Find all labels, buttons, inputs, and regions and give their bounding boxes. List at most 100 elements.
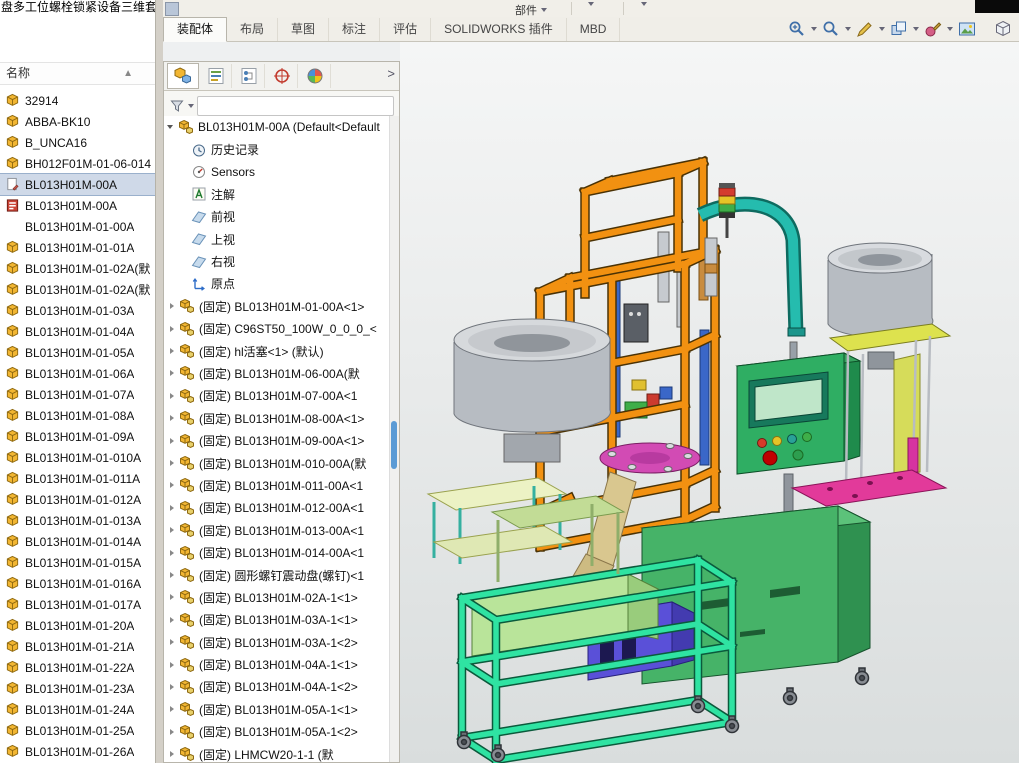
ribbon-tab-1[interactable]: 布局 xyxy=(227,18,278,41)
tree-item-component[interactable]: (固定) BL013H01M-07-00A<1 xyxy=(164,385,390,407)
expander-closed-icon[interactable] xyxy=(170,505,174,511)
tree-item-component[interactable]: (固定) BL013H01M-09-00A<1> xyxy=(164,429,390,451)
tree-item-component[interactable]: (固定) LHMCW20-1-1 (默 xyxy=(164,743,390,762)
dimxpertmanager-tab[interactable] xyxy=(267,64,298,88)
expander-closed-icon[interactable] xyxy=(170,594,174,600)
tree-item-component[interactable]: (固定) BL013H01M-011-00A<1 xyxy=(164,474,390,496)
expander-closed-icon[interactable] xyxy=(170,482,174,488)
file-list-item[interactable]: BL013H01M-01-25A xyxy=(0,720,155,741)
tree-item-history[interactable]: 历史记录 xyxy=(164,138,390,160)
expander-closed-icon[interactable] xyxy=(170,370,174,376)
featuremanager-design-tree-tab[interactable] xyxy=(167,63,199,89)
tree-item-component[interactable]: (固定) BL013H01M-010-00A(默 xyxy=(164,452,390,474)
file-list-item[interactable]: BL013H01M-01-07A xyxy=(0,384,155,405)
displaymanager-tab[interactable] xyxy=(300,64,331,88)
tree-scrollbar-thumb[interactable] xyxy=(391,421,397,469)
file-list-item[interactable]: BL013H01M-01-20A xyxy=(0,615,155,636)
expander-closed-icon[interactable] xyxy=(170,438,174,444)
file-list-item[interactable]: 32914 xyxy=(0,90,155,111)
expander-closed-icon[interactable] xyxy=(170,729,174,735)
file-list-item[interactable]: BL013H01M-01-015A xyxy=(0,552,155,573)
file-list-item[interactable]: B_UNCA16 xyxy=(0,132,155,153)
tree-item-component[interactable]: (固定) BL013H01M-01-00A<1> xyxy=(164,295,390,317)
expander-closed-icon[interactable] xyxy=(170,393,174,399)
hidden-menu-1[interactable] xyxy=(588,2,594,6)
tree-item-plane[interactable]: 前视 xyxy=(164,206,390,228)
tree-item-component[interactable]: (固定) hl活塞<1> (默认) xyxy=(164,340,390,362)
tree-item-component[interactable]: (固定) BL013H01M-013-00A<1 xyxy=(164,519,390,541)
expander-closed-icon[interactable] xyxy=(170,639,174,645)
section-view-icon[interactable] xyxy=(889,19,909,39)
expander-closed-icon[interactable] xyxy=(170,550,174,556)
chevron-down-icon[interactable] xyxy=(879,27,885,31)
tree-root-item[interactable]: BL013H01M-00A (Default<Default xyxy=(164,116,390,138)
tree-item-component[interactable]: (固定) 圆形螺钉震动盘(螺钉)<1 xyxy=(164,564,390,586)
tree-item-component[interactable]: (固定) BL013H01M-012-00A<1 xyxy=(164,497,390,519)
sketch-pencil-icon[interactable] xyxy=(855,19,875,39)
file-list-item[interactable]: BL013H01M-01-08A xyxy=(0,405,155,426)
tree-item-component[interactable]: (固定) BL013H01M-06-00A(默 xyxy=(164,362,390,384)
tree-item-component[interactable]: (固定) BL013H01M-014-00A<1 xyxy=(164,541,390,563)
file-list-item[interactable]: BL013H01M-01-04A xyxy=(0,321,155,342)
edit-appearance-icon[interactable] xyxy=(923,19,943,39)
file-list-item[interactable]: BL013H01M-01-014A xyxy=(0,531,155,552)
tree-item-component[interactable]: (固定) C96ST50_100W_0_0_0_< xyxy=(164,318,390,340)
chevron-down-icon[interactable] xyxy=(913,27,919,31)
tree-item-sensors[interactable]: Sensors xyxy=(164,161,390,183)
file-list-item[interactable]: BL013H01M-01-03A xyxy=(0,300,155,321)
expander-closed-icon[interactable] xyxy=(170,662,174,668)
panel-expand-chevron[interactable]: > xyxy=(387,66,395,81)
expander-closed-icon[interactable] xyxy=(170,460,174,466)
filter-funnel-icon[interactable] xyxy=(169,98,185,114)
expander-closed-icon[interactable] xyxy=(170,706,174,712)
tree-item-component[interactable]: (固定) BL013H01M-02A-1<1> xyxy=(164,586,390,608)
expander-open-icon[interactable] xyxy=(167,125,173,129)
file-list-item[interactable]: BL013H01M-01-21A xyxy=(0,636,155,657)
tree-filter-input[interactable] xyxy=(197,96,394,116)
tree-item-component[interactable]: (固定) BL013H01M-05A-1<1> xyxy=(164,698,390,720)
apply-scene-icon[interactable] xyxy=(957,19,977,39)
tree-item-component[interactable]: (固定) BL013H01M-03A-1<1> xyxy=(164,609,390,631)
expander-closed-icon[interactable] xyxy=(170,415,174,421)
tree-scrollbar[interactable] xyxy=(389,116,399,762)
file-list-item[interactable]: BL013H01M-01-22A xyxy=(0,657,155,678)
ribbon-tab-2[interactable]: 草图 xyxy=(278,18,329,41)
ribbon-tab-4[interactable]: 评估 xyxy=(380,18,431,41)
hidden-menu-2[interactable] xyxy=(641,2,647,6)
ribbon-tab-assembly[interactable]: 装配体 xyxy=(163,17,227,42)
file-list-item[interactable]: BL013H01M-01-26A xyxy=(0,741,155,762)
file-list-item[interactable]: BL013H01M-01-011A xyxy=(0,468,155,489)
chevron-down-icon[interactable] xyxy=(811,27,817,31)
file-list-item[interactable]: BL013H01M-01-00A xyxy=(0,216,155,237)
file-list-item[interactable]: ABBA-BK10 xyxy=(0,111,155,132)
chevron-down-icon[interactable] xyxy=(947,27,953,31)
file-list-item[interactable]: BL013H01M-01-24A xyxy=(0,699,155,720)
file-list-item[interactable]: BL013H01M-01-02A(默 xyxy=(0,279,155,300)
graphics-viewport[interactable] xyxy=(400,42,1019,763)
file-list-item[interactable]: BL013H01M-01-02A(默 xyxy=(0,258,155,279)
expander-closed-icon[interactable] xyxy=(170,751,174,757)
expander-closed-icon[interactable] xyxy=(170,326,174,332)
tree-item-plane[interactable]: 上视 xyxy=(164,228,390,250)
propertymanager-tab[interactable] xyxy=(201,64,232,88)
file-list-item[interactable]: BL013H01M-01-017A xyxy=(0,594,155,615)
tree-item-plane[interactable]: 右视 xyxy=(164,250,390,272)
ribbon-tab-3[interactable]: 标注 xyxy=(329,18,380,41)
expander-closed-icon[interactable] xyxy=(170,527,174,533)
expander-closed-icon[interactable] xyxy=(170,303,174,309)
file-list-item[interactable]: BL013H01M-01-012A xyxy=(0,489,155,510)
tree-item-annotations[interactable]: 注解 xyxy=(164,183,390,205)
tree-item-component[interactable]: (固定) BL013H01M-04A-1<1> xyxy=(164,653,390,675)
file-list-item[interactable]: BL013H01M-01-013A xyxy=(0,510,155,531)
file-list-item[interactable]: BL013H01M-01-01A xyxy=(0,237,155,258)
expander-closed-icon[interactable] xyxy=(170,572,174,578)
file-list-item[interactable]: BL013H01M-01-010A xyxy=(0,447,155,468)
ribbon-tab-5[interactable]: SOLIDWORKS 插件 xyxy=(431,18,567,41)
tree-item-component[interactable]: (固定) BL013H01M-05A-1<2> xyxy=(164,721,390,743)
file-list-item[interactable]: BL013H01M-01-016A xyxy=(0,573,155,594)
tree-item-component[interactable]: (固定) BL013H01M-03A-1<2> xyxy=(164,631,390,653)
tree-item-component[interactable]: (固定) BL013H01M-04A-1<2> xyxy=(164,676,390,698)
component-menu[interactable]: 部件 xyxy=(515,2,547,18)
expander-closed-icon[interactable] xyxy=(170,617,174,623)
chevron-down-icon[interactable] xyxy=(188,104,194,108)
